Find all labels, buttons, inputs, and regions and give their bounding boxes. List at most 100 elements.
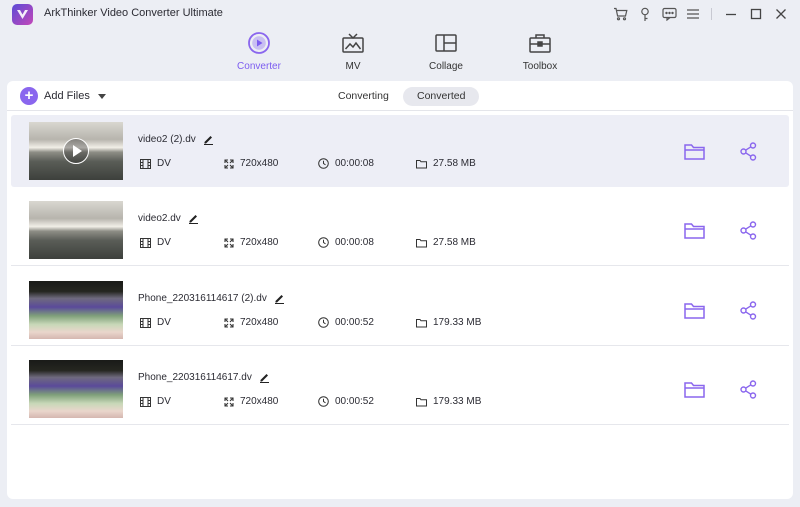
app-title: ArkThinker Video Converter Ultimate (44, 7, 223, 19)
film-icon (140, 396, 151, 407)
duration-info: 00:00:08 (318, 158, 374, 169)
folder-small-icon (416, 159, 427, 168)
folder-small-icon (416, 318, 427, 327)
resolution-value: 720x480 (240, 396, 279, 407)
file-name-text: Phone_220316114617.dv (138, 372, 252, 383)
format-value: DV (157, 237, 171, 248)
cart-icon[interactable] (611, 5, 629, 23)
duration-value: 00:00:52 (335, 317, 374, 328)
size-info: 179.33 MB (416, 396, 481, 407)
tab-converter[interactable]: Converter (219, 30, 299, 76)
toolbox-icon (500, 30, 580, 56)
duration-value: 00:00:52 (335, 396, 374, 407)
mv-icon (313, 30, 393, 56)
tab-label: Collage (429, 61, 463, 72)
folder-small-icon (416, 238, 427, 247)
video-thumbnail[interactable] (29, 281, 123, 339)
share-icon[interactable] (736, 218, 760, 242)
title-bar: ArkThinker Video Converter Ultimate (0, 0, 800, 28)
tab-toolbox[interactable]: Toolbox (500, 30, 580, 76)
file-row[interactable]: Phone_220316114617.dv DV 720x480 00:00:5… (11, 353, 789, 425)
tab-mv[interactable]: MV (313, 30, 393, 76)
size-info: 27.58 MB (416, 237, 476, 248)
tab-label: Converter (237, 61, 281, 72)
clock-icon (318, 158, 329, 169)
format-info: DV (140, 237, 171, 248)
open-folder-icon[interactable] (682, 139, 706, 163)
file-name: video2 (2).dv (138, 134, 214, 145)
duration-value: 00:00:08 (335, 158, 374, 169)
expand-icon (224, 317, 234, 328)
format-info: DV (140, 396, 171, 407)
file-name: Phone_220316114617.dv (138, 372, 270, 383)
maximize-icon[interactable] (747, 5, 765, 23)
edit-name-icon[interactable] (274, 293, 285, 304)
file-toolbar: + Add Files Converting Converted (7, 81, 793, 111)
share-icon[interactable] (736, 139, 760, 163)
menu-icon[interactable] (684, 5, 702, 23)
expand-icon (224, 158, 234, 169)
file-row[interactable]: video2.dv DV 720x480 00:00:08 27.58 MB (11, 194, 789, 266)
size-value: 179.33 MB (433, 396, 482, 407)
chevron-down-icon[interactable] (97, 93, 106, 99)
format-value: DV (157, 317, 171, 328)
file-row[interactable]: video2 (2).dv DV 720x480 00:00:08 27.58 … (11, 115, 789, 187)
film-icon (140, 237, 151, 248)
tab-converting[interactable]: Converting (324, 87, 403, 106)
tab-label: Toolbox (522, 61, 558, 72)
open-folder-icon[interactable] (682, 298, 706, 322)
feedback-icon[interactable] (660, 5, 678, 23)
file-name-text: Phone_220316114617 (2).dv (138, 293, 267, 304)
tab-collage[interactable]: Collage (406, 30, 486, 76)
plus-icon: + (20, 87, 38, 105)
titlebar-divider (711, 8, 712, 20)
size-value: 27.58 MB (433, 158, 476, 169)
add-files-button[interactable]: + Add Files (20, 87, 106, 105)
format-info: DV (140, 158, 171, 169)
share-icon[interactable] (736, 298, 760, 322)
clock-icon (318, 396, 329, 407)
size-info: 27.58 MB (416, 158, 476, 169)
film-icon (140, 158, 151, 169)
resolution-value: 720x480 (240, 237, 279, 248)
duration-info: 00:00:52 (318, 396, 374, 407)
edit-name-icon[interactable] (188, 213, 199, 224)
video-thumbnail[interactable] (29, 122, 123, 180)
resolution-value: 720x480 (240, 317, 279, 328)
file-name-text: video2 (2).dv (138, 134, 196, 145)
tab-label: MV (345, 61, 361, 72)
play-icon[interactable] (63, 138, 89, 164)
converter-icon (219, 30, 299, 56)
file-row[interactable]: Phone_220316114617 (2).dv DV 720x480 00:… (11, 274, 789, 346)
add-files-label: Add Files (44, 90, 90, 102)
open-folder-icon[interactable] (682, 377, 706, 401)
video-thumbnail[interactable] (29, 360, 123, 418)
edit-name-icon[interactable] (203, 134, 214, 145)
tab-converted[interactable]: Converted (403, 87, 480, 106)
key-icon[interactable] (636, 5, 654, 23)
minimize-icon[interactable] (722, 5, 740, 23)
resolution-info: 720x480 (224, 317, 278, 328)
video-thumbnail[interactable] (29, 201, 123, 259)
expand-icon (224, 237, 234, 248)
size-value: 179.33 MB (433, 317, 482, 328)
size-value: 27.58 MB (433, 237, 476, 248)
format-value: DV (157, 158, 171, 169)
edit-name-icon[interactable] (259, 372, 270, 383)
share-icon[interactable] (736, 377, 760, 401)
resolution-info: 720x480 (224, 158, 278, 169)
film-icon (140, 317, 151, 328)
duration-value: 00:00:08 (335, 237, 374, 248)
expand-icon (224, 396, 234, 407)
open-folder-icon[interactable] (682, 218, 706, 242)
close-icon[interactable] (772, 5, 790, 23)
collage-icon (406, 30, 486, 56)
file-name: Phone_220316114617 (2).dv (138, 293, 285, 304)
duration-info: 00:00:08 (318, 237, 374, 248)
file-name-text: video2.dv (138, 213, 181, 224)
size-info: 179.33 MB (416, 317, 481, 328)
resolution-info: 720x480 (224, 237, 278, 248)
main-nav: Converter MV Collage Toolbox (0, 30, 800, 76)
clock-icon (318, 237, 329, 248)
file-list-panel: + Add Files Converting Converted video2 … (7, 81, 793, 499)
